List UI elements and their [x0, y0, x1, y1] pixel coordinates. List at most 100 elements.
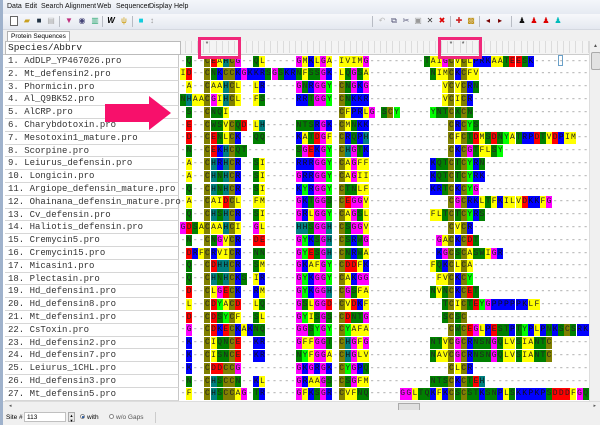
cut-icon[interactable]: ✂ [401, 16, 411, 26]
sequence-name[interactable]: 12. Ohainana_defensin_mature.pro [5, 195, 181, 209]
with-gaps-radio[interactable] [80, 414, 85, 419]
sequence-name[interactable]: 27. Mt_defensin5.pro [5, 387, 179, 401]
sequence-name[interactable]: 21. Mt_defensin1.pro [5, 311, 179, 324]
sequence-row[interactable]: 13. Cv_defensin.pro - Q - - C H S H C R - - S I - - - - - G R… [3, 208, 589, 222]
sequence-row[interactable]: 23. Hd_defensin2.pro - K - - C I Q N C E - - K R - - - - - G… [3, 336, 589, 350]
gap-cell[interactable]: - [583, 196, 589, 208]
menu-alignment[interactable]: Alignment [65, 3, 96, 10]
gap-cell[interactable]: - [583, 68, 589, 80]
muscle-icon[interactable]: ψ [119, 16, 129, 26]
insert-icon[interactable]: ✚ [454, 16, 464, 26]
gap-cell[interactable]: - [583, 171, 589, 183]
sequence-row[interactable]: 1. AdDLP_YP467026.pro - Q - - C E A H C G - - Q L - - - - -… [3, 55, 589, 68]
color-icon[interactable]: ▼ [64, 16, 74, 26]
sequence-row[interactable]: 9. Leiurus_defensin.pro - A - - C H R H C R - - S I - - -… [3, 157, 589, 171]
delete-gap-icon[interactable]: ✖ [437, 16, 447, 26]
site-number-input[interactable]: 113 [24, 412, 66, 422]
gap-cell[interactable]: - [583, 299, 589, 311]
sequence-name[interactable]: 15. Cremycin5.pro [5, 234, 179, 247]
gap-cell[interactable]: - [583, 363, 589, 375]
sequence-row[interactable]: 11. Argiope_defensin_mature.pro - Q - - C H N H C… [3, 183, 589, 196]
sequence-name[interactable]: 2. Mt_defensin2.pro [5, 67, 179, 81]
residue[interactable]: Q [582, 388, 589, 401]
sequence-row[interactable]: 2. Mt_defensin2.pro I D - - C N K C C K G K K R S G S K R N F… [3, 67, 589, 81]
sequence-name[interactable]: 11. Argiope_defensin_mature.pro [5, 183, 179, 196]
sequence-row[interactable]: 22. CsToxin.pro - G - - C D K E C K A K N Q - - - - - G G S Y G Y… [3, 323, 589, 337]
scroll-thumb[interactable] [591, 52, 600, 70]
sequence-name[interactable]: 13. Cv_defensin.pro [5, 208, 179, 222]
menu-web[interactable]: Web [97, 3, 111, 10]
menu-data[interactable]: Data [7, 3, 22, 10]
sequence-row[interactable]: 7. Mesotoxin1_mature.pro - D - - C E N L C K - - Q Q - -… [3, 131, 589, 145]
sequence-name[interactable]: 16. Cremycin15.pro [5, 247, 179, 260]
sequence-name[interactable]: 26. Hd_defensin3.pro [5, 375, 179, 388]
gap-cell[interactable]: - [583, 184, 589, 196]
sequence-row[interactable]: 17. Micasin1.pro - Q - - C D H H C R - - S M - - - - - G K A F G… [3, 259, 589, 273]
without-gaps-radio[interactable] [109, 414, 114, 419]
sequence-row[interactable]: 16. Cremycin15.pro - D R F C R V I C R - - N N - - - - - G Y E… [3, 247, 589, 260]
find-prev-icon[interactable]: ♟ [529, 16, 539, 26]
sequence-row[interactable]: 26. Hd_defensin3.pro - N - - C H S C C N - - K L - - - - - G… [3, 375, 589, 388]
gap-cell[interactable]: - [583, 260, 589, 272]
scroll-up-icon[interactable]: ▲ [591, 42, 600, 51]
find-icon[interactable]: ♟ [517, 16, 527, 26]
sequence-name[interactable]: 19. Hd_defensin1.pro [5, 285, 179, 299]
sequence-name[interactable]: 23. Hd_defensin2.pro [5, 336, 179, 350]
gap-cell[interactable]: - [583, 94, 589, 106]
sequence-name[interactable]: 24. Hd_defensin7.pro [5, 349, 179, 363]
sequence-name[interactable]: 14. Haliotis_defensin.pro [5, 221, 179, 235]
sequence-name[interactable]: 9. Leiurus_defensin.pro [5, 157, 179, 171]
gap-cell[interactable]: - [583, 158, 589, 170]
sequence-name[interactable]: 22. CsToxin.pro [5, 323, 179, 337]
copy-icon[interactable]: ⧉ [389, 16, 399, 26]
new-icon[interactable] [10, 16, 18, 26]
sequence-row[interactable]: 8. Scorpine.pro - N - - C E K H C Q T - - - - - - - - S G E K G Y… [3, 144, 589, 158]
gap-cell[interactable]: - [583, 312, 589, 324]
gap-cell[interactable]: - [583, 350, 589, 362]
menu-edit[interactable]: Edit [25, 3, 37, 10]
sequence-name[interactable]: 20. Hd_defensin8.pro [5, 298, 179, 311]
menu-search[interactable]: Search [41, 3, 63, 10]
site-spinner[interactable]: ▲ ▼ [68, 412, 75, 423]
sequence-name[interactable]: 1. AdDLP_YP467026.pro [5, 55, 179, 68]
residue[interactable]: K [582, 324, 589, 337]
sequence-row[interactable]: 19. Hd_defensin1.pro - D - - C L G E C K - - R M - - - - - G… [3, 285, 589, 299]
find-marked-icon[interactable]: ♟ [553, 16, 563, 26]
menu-sequencer[interactable]: Sequencer [116, 3, 150, 10]
highlight-icon[interactable]: ■ [136, 16, 146, 26]
gap-cell[interactable]: - [583, 107, 589, 119]
paste-icon[interactable]: ▣ [413, 16, 423, 26]
sequence-name[interactable]: 7. Mesotoxin1_mature.pro [5, 131, 179, 145]
sequence-row[interactable]: 10. Longicin.pro - A - - C H N H C R - - S I - - - - - G R R G G… [3, 170, 589, 183]
open-icon[interactable]: ▰ [22, 16, 32, 26]
gap-cell[interactable]: - [583, 286, 589, 298]
sequence-name[interactable]: 8. Scorpine.pro [5, 144, 179, 158]
sequence-row[interactable]: 3. Phormicin.pro - A - - C A A H C L - - L R - - - - - G N R G G… [3, 80, 589, 94]
clipboard-icon[interactable]: ▩ [466, 16, 476, 26]
sequence-row[interactable]: 24. Hd_defensin7.pro - K - - C I S N C E - - K R - - - - - N… [3, 349, 589, 363]
gap-cell[interactable]: - [583, 376, 589, 388]
sequence-row[interactable]: 12. Ohainana_defensin_mature.pro - A - - C A I D… [3, 195, 589, 209]
sequence-name[interactable]: 3. Phormicin.pro [5, 80, 179, 94]
sequence-row[interactable]: 20. Hd_defensin8.pro - L - - C D Y A C D - - L Q - - - - - G… [3, 298, 589, 311]
gap-cell[interactable]: - [583, 337, 589, 349]
sequence-row[interactable]: 5. AlCRP.pro - S - - C N Q I - - - - - - - - - - - - - - - - - - C F… [3, 106, 589, 119]
sequence-name[interactable]: 18. Plectasin.pro [5, 272, 179, 286]
gap-cell[interactable]: - [583, 81, 589, 93]
bold-w-icon[interactable]: W [106, 16, 116, 26]
sequence-row[interactable]: 27. Mt_defensin5.pro - F - - C H S C C A G - T R - - - - - G… [3, 387, 589, 401]
gap-cell[interactable]: - [583, 222, 589, 234]
undo-icon[interactable]: ↶ [377, 16, 387, 26]
gap-cell[interactable]: - [583, 145, 589, 157]
menu-help[interactable]: Help [174, 3, 188, 10]
gap-cell[interactable]: - [583, 209, 589, 221]
prev-icon[interactable]: ◂ [483, 16, 493, 26]
menu-display[interactable]: Display [149, 3, 172, 10]
sequence-name[interactable]: 25. Leiurus_1CHL.pro [5, 362, 179, 375]
species-column-header[interactable]: Species/Abbrv [5, 41, 181, 55]
sequence-name[interactable]: 10. Longicin.pro [5, 170, 179, 183]
gap-cell[interactable]: - [583, 120, 589, 132]
next-icon[interactable]: ▸ [495, 16, 505, 26]
web-icon[interactable]: ◉ [77, 16, 87, 26]
sequence-row[interactable]: 6. Charybdotoxin.pro - E - - C W S V C Q D - L H - - - - - N… [3, 119, 589, 132]
